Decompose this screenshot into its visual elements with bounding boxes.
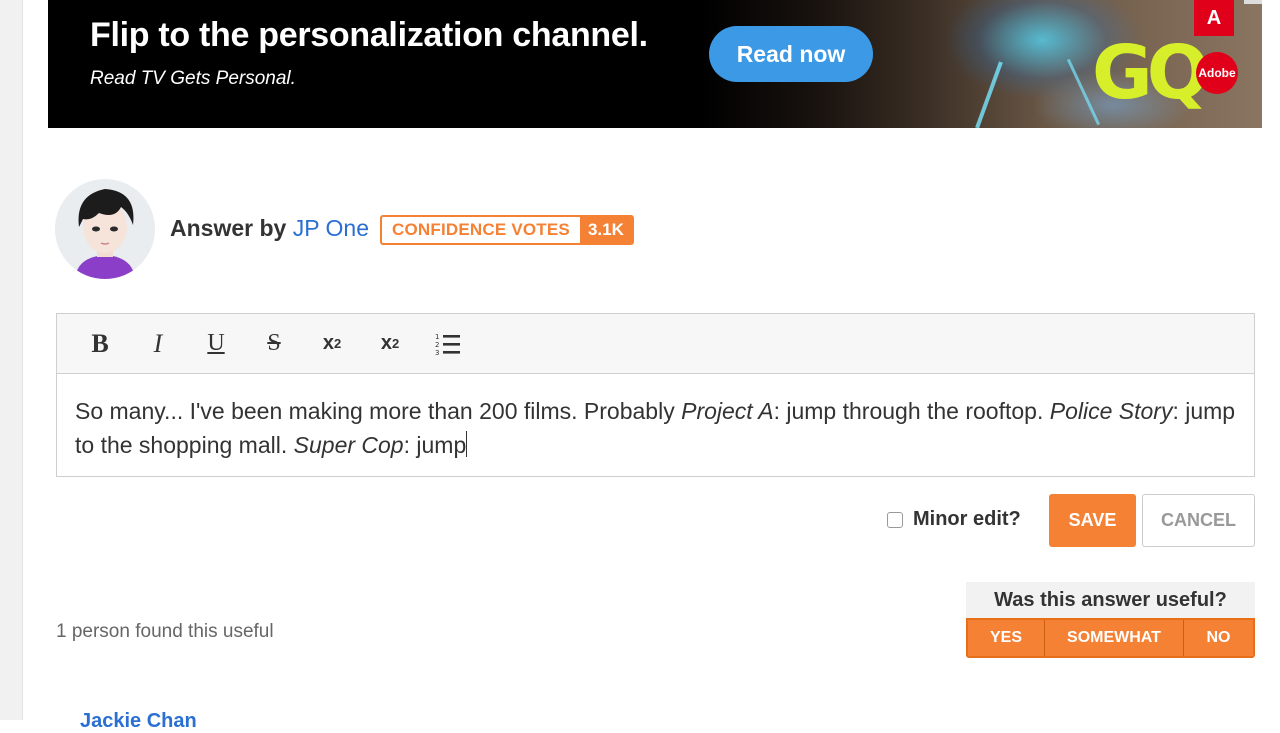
editor-italic-text: Project A	[681, 398, 774, 424]
subscript-button[interactable]: x2	[303, 324, 361, 364]
author-avatar[interactable]	[55, 179, 155, 279]
minor-edit-control[interactable]: Minor edit?	[887, 508, 1021, 531]
minor-edit-label: Minor edit?	[913, 508, 1021, 530]
useful-somewhat-button[interactable]: SOMEWHAT	[1044, 620, 1183, 656]
answer-by-label: Answer by	[170, 215, 287, 241]
confidence-votes-badge: CONFIDENCE VOTES 3.1K	[380, 215, 634, 245]
italic-button[interactable]: I	[129, 324, 187, 364]
adobe-logo-icon: A	[1194, 0, 1234, 36]
usefulness-buttons: YES SOMEWHAT NO	[966, 618, 1255, 658]
minor-edit-checkbox[interactable]	[887, 511, 903, 528]
ad-corner	[1244, 0, 1262, 4]
author-link[interactable]: JP One	[293, 215, 369, 241]
ordered-list-icon: 1 2 3	[435, 333, 460, 356]
adobe-badge-icon: Adobe	[1196, 52, 1238, 94]
svg-text:3: 3	[435, 349, 439, 356]
gq-logo: GQ	[1092, 30, 1210, 116]
svg-text:2: 2	[435, 341, 439, 349]
editor-text: So many... I've been making more than 20…	[75, 398, 682, 424]
ad-subline: Read TV Gets Personal.	[90, 68, 296, 89]
usefulness-question: Was this answer useful?	[966, 582, 1255, 618]
user-avatar-icon	[55, 179, 155, 279]
usefulness-widget: Was this answer useful? YES SOMEWHAT NO	[966, 582, 1255, 660]
answer-byline: Answer by JP One	[170, 215, 369, 242]
left-rail	[0, 0, 23, 720]
useful-yes-button[interactable]: YES	[968, 620, 1044, 656]
svg-text:1: 1	[435, 333, 439, 341]
editor-text-area[interactable]: So many... I've been making more than 20…	[57, 374, 1254, 462]
cancel-button[interactable]: CANCEL	[1142, 494, 1255, 547]
underline-button[interactable]: U	[187, 324, 245, 364]
confidence-label: CONFIDENCE VOTES	[392, 220, 570, 239]
bold-button[interactable]: B	[71, 324, 129, 364]
text-caret	[466, 431, 468, 457]
editor-text: : jump through the rooftop.	[773, 398, 1050, 424]
editor-text: : jump	[403, 432, 467, 458]
ad-banner[interactable]: Flip to the personalization channel. Rea…	[48, 0, 1262, 128]
useful-no-button[interactable]: NO	[1183, 620, 1253, 656]
related-link[interactable]: Jackie Chan	[80, 710, 197, 733]
answer-editor: B I U S x2 x2 1 2 3 So many... I've been…	[56, 313, 1255, 477]
editor-italic-text: Super Cop	[293, 432, 404, 458]
strikethrough-button[interactable]: S	[245, 324, 303, 364]
ordered-list-button[interactable]: 1 2 3	[419, 324, 477, 364]
save-button[interactable]: SAVE	[1049, 494, 1136, 547]
ad-headline: Flip to the personalization channel.	[90, 16, 648, 54]
editor-italic-text: Police Story	[1049, 398, 1173, 424]
superscript-button[interactable]: x2	[361, 324, 419, 364]
confidence-count: 3.1K	[579, 217, 632, 243]
editor-toolbar: B I U S x2 x2 1 2 3	[57, 314, 1254, 374]
ad-read-now-button[interactable]: Read now	[709, 26, 873, 82]
found-useful-count: 1 person found this useful	[56, 621, 274, 642]
